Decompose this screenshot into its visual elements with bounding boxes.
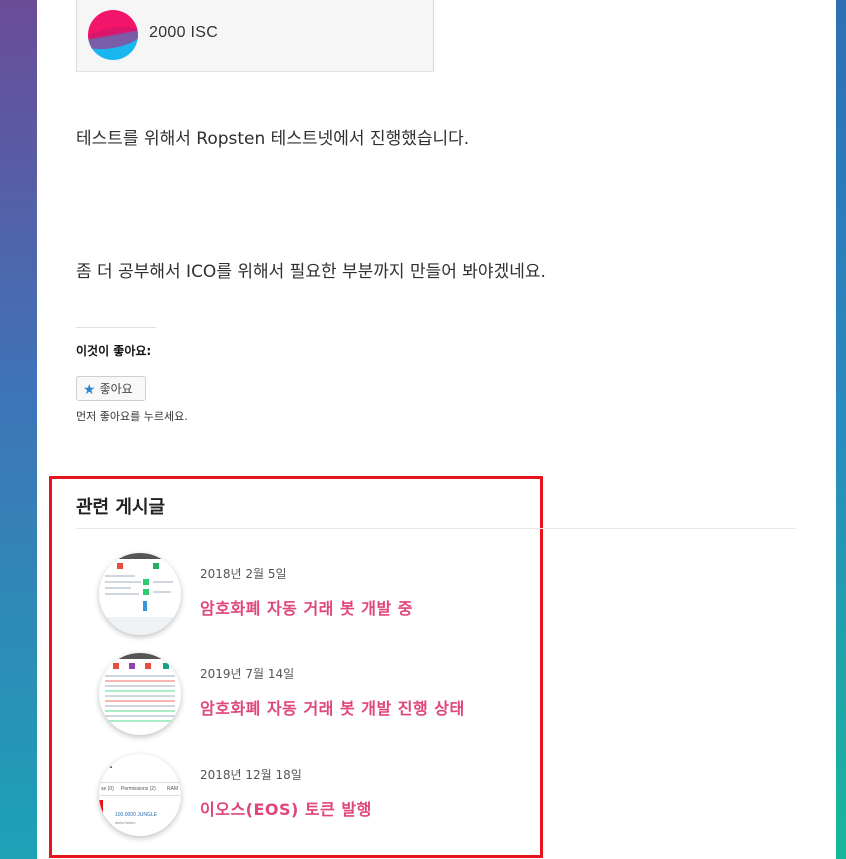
divider <box>76 528 796 529</box>
thumb-text: RAM <box>167 786 179 792</box>
token-card: 2000 ISC <box>76 0 434 72</box>
token-name: 2000 ISC <box>149 24 219 41</box>
thumb-text: weird token <box>115 820 136 825</box>
post-date: 2019년 7월 14일 <box>200 667 295 681</box>
divider <box>76 327 156 328</box>
article-page: 2000 ISC 테스트를 위해서 Ropsten 테스트넷에서 진행했습니다.… <box>37 0 836 859</box>
post-thumbnail[interactable] <box>99 653 181 735</box>
related-post: 2018년 2월 5일 암호화폐 자동 거래 봇 개발 중 <box>99 553 699 637</box>
article-paragraph: 테스트를 위해서 Ropsten 테스트넷에서 진행했습니다. <box>76 129 470 149</box>
post-title-link[interactable]: 암호화폐 자동 거래 봇 개발 진행 상태 <box>200 695 465 719</box>
thumb-text: se (0) <box>101 786 114 792</box>
post-date: 2018년 12월 18일 <box>200 768 302 782</box>
like-button-label: 좋아요 <box>99 382 133 396</box>
like-note: 먼저 좋아요를 누르세요. <box>76 410 188 423</box>
related-post: a se (0) Permissions (2) RAM 100.0000 JU… <box>99 754 699 838</box>
like-button[interactable]: ★ 좋아요 <box>76 376 146 401</box>
page-edge-gradient <box>836 0 846 859</box>
star-icon: ★ <box>83 380 96 397</box>
related-post: 2019년 7월 14일 암호화폐 자동 거래 봇 개발 진행 상태 <box>99 653 699 737</box>
post-thumbnail[interactable]: a se (0) Permissions (2) RAM 100.0000 JU… <box>99 754 181 836</box>
token-logo-icon <box>88 10 138 60</box>
post-date: 2018년 2월 5일 <box>200 567 287 581</box>
related-posts-heading: 관련 게시글 <box>76 497 166 518</box>
like-heading: 이것이 좋아요: <box>76 344 152 358</box>
post-title-link[interactable]: 이오스(EOS) 토큰 발행 <box>200 796 372 820</box>
article-paragraph: 좀 더 공부해서 ICO를 위해서 필요한 부분까지 만들어 봐야겠네요. <box>76 262 546 282</box>
thumb-text: 100.0000 JUNGLE <box>115 812 157 818</box>
thumb-text: Permissions (2) <box>121 786 156 792</box>
post-title-link[interactable]: 암호화폐 자동 거래 봇 개발 중 <box>200 595 413 619</box>
post-thumbnail[interactable] <box>99 553 181 635</box>
